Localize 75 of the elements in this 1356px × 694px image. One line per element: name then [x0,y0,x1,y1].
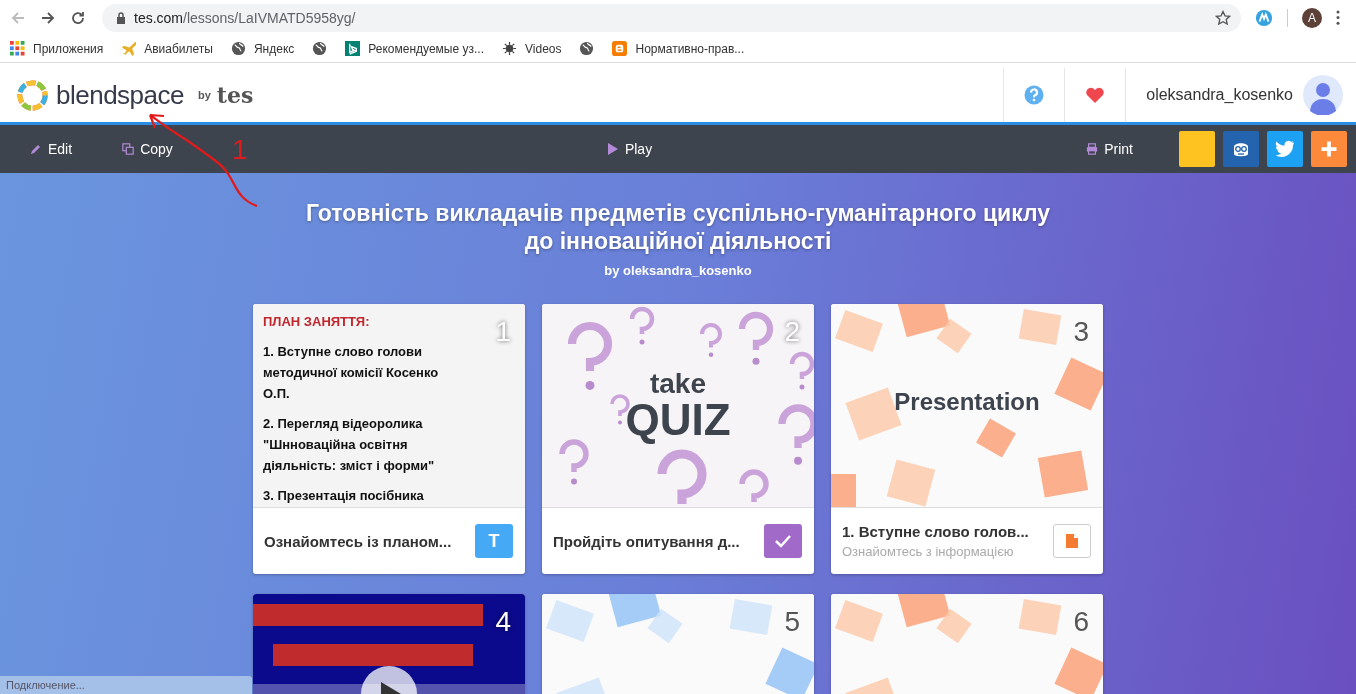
sparkle-icon[interactable] [502,41,517,56]
card-number: 2 [784,316,800,348]
bird-icon [1275,139,1295,159]
bookmark-link[interactable]: Приложения [33,41,104,56]
username-link[interactable]: oleksandra_kosenko [1146,86,1293,104]
lesson-card[interactable]: ПЛАН ЗАНЯТТЯ: 1. Вступне слово голови методичної комісії Косенко О.П. 2. Перегляд відеоролика "Шнноваційна освітня діяльність: зміст і форми" 3. Презентація посібника 1 Ознайомтесь із планом... T [253,304,525,574]
printer-icon [1086,143,1099,155]
help-icon[interactable] [1024,85,1045,105]
toolbar-button[interactable]: Copy [112,135,183,163]
status-bar: Подключение... [0,676,252,694]
add-button[interactable] [1311,131,1347,167]
bookmark-link[interactable]: Авиабилеты [144,41,213,56]
plan-item: 2. Перегляд відеоролика "Шнноваційна освітня діяльність: зміст і форми" [263,415,436,475]
play-icon [606,143,619,155]
globe-icon[interactable] [230,41,246,56]
card-title: Ознайомтесь із планом... [264,532,453,550]
card-subtitle: Ознайомтесь з інформацією [842,544,1015,559]
url-text: tes.com/lessons/LaIVMATD5958yg/ [134,9,357,26]
card-number: 1 [495,316,511,348]
quiz-type-button[interactable] [764,524,802,558]
bookmark-link[interactable]: Videos [525,41,562,56]
reload-icon[interactable] [70,9,86,26]
bookmark-link[interactable]: Яндекс [253,41,295,56]
forward-icon[interactable] [40,9,56,26]
lesson-card[interactable]: 4 [253,594,525,694]
bookmark-link[interactable]: Рекомендуемые уз... [368,41,484,56]
quiz-label: QUIZ [625,397,731,442]
globe-icon[interactable] [312,41,328,56]
lock-icon [116,11,126,24]
document-icon [1064,534,1080,548]
card-number: 5 [784,606,800,638]
file-type-button[interactable] [1053,524,1091,558]
plus-icon [1319,139,1339,159]
lesson-title: Готовність викладачів предметів суспільно-гуманітарного циклу до інноваційної діяльності [305,199,1051,255]
presentation-label: Presentation [894,387,1040,416]
card-number: 4 [495,606,511,638]
card-title: 1. Вступне слово голов... [842,523,1030,540]
bing-icon[interactable] [345,41,361,56]
blogger-icon[interactable] [612,41,628,56]
twitter-button[interactable] [1267,131,1303,167]
card-title: Пройдіть опитування д... [553,532,741,550]
plan-item: 1. Вступне слово голови методичної комісії Косенко О.П. [263,343,440,403]
profile-avatar[interactable]: A [1302,7,1322,28]
address-bar[interactable]: tes.com/lessons/LaIVMATD5958yg/ [102,3,1241,32]
lesson-card[interactable]: take QUIZ 2 Пройдіть опитування д... [542,304,814,574]
user-avatar[interactable] [1303,75,1343,115]
annotation-number: 1 [232,136,248,164]
copy-icon [122,143,135,155]
menu-icon[interactable] [1336,10,1340,25]
checkmark-icon [775,534,791,548]
lesson-author: by oleksandra_kosenko [604,263,752,278]
card-number: 6 [1073,606,1089,638]
card-number: 3 [1073,316,1089,348]
partner-logo[interactable]: tes [216,82,254,108]
extension-icon[interactable] [1255,8,1273,27]
play-button[interactable]: Play [596,135,663,163]
lesson-card[interactable]: Presentation 3 1. Вступне слово голов... Ознайомтесь з інформацією [831,304,1103,574]
bookmark-link[interactable]: Нормативно-прав... [635,41,745,56]
airplane-icon[interactable] [121,41,137,56]
pencil-icon [30,143,42,155]
print-button[interactable]: Print [1076,135,1143,163]
lesson-card[interactable]: 6 [831,594,1103,694]
logo-icon[interactable] [15,77,50,113]
apps-grid-icon[interactable] [10,41,25,56]
logo-text[interactable]: blendspace [56,79,184,111]
toolbar-button[interactable]: Edit [20,135,83,163]
heart-icon[interactable] [1085,85,1106,105]
share-button[interactable] [1223,131,1259,167]
plan-item: 3. Презентація посібника [263,487,425,505]
star-icon[interactable] [1215,9,1231,26]
quiz-label: take [649,369,706,398]
lesson-card[interactable]: 5 [542,594,814,694]
plan-heading: ПЛАН ЗАНЯТТЯ: [263,314,371,329]
by-label: by [198,89,211,101]
globe-icon[interactable] [579,41,595,56]
